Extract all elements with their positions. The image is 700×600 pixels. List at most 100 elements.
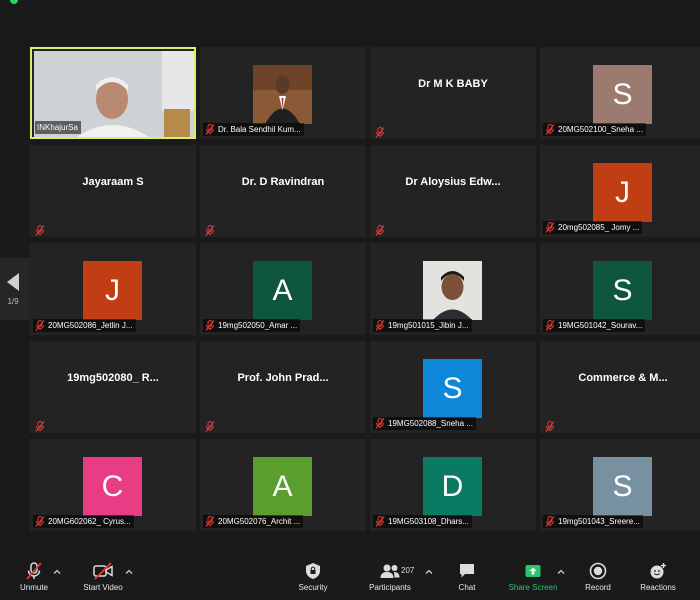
participant-tile[interactable]: S 19MG501042_Sourav... <box>540 243 700 335</box>
participant-name: Jayaraam S <box>82 176 144 188</box>
participant-avatar: S <box>423 359 482 418</box>
microphone-muted-icon <box>205 516 215 527</box>
participant-tile[interactable]: C 20MG602062_ Cyrus... <box>30 439 196 531</box>
security-label: Security <box>298 583 328 592</box>
participant-tile[interactable]: INKhajurSa <box>30 47 196 139</box>
microphone-muted-icon <box>545 222 555 233</box>
record-button[interactable]: Record <box>580 562 616 600</box>
microphone-muted-icon <box>205 124 215 135</box>
microphone-muted-icon <box>375 223 385 236</box>
participant-name-label: INKhajurSa <box>35 121 81 134</box>
participant-name-label: 19mg501015_Jibin J... <box>373 319 472 332</box>
microphone-muted-icon <box>375 418 385 429</box>
microphone-muted-icon <box>375 125 385 138</box>
encryption-status-icon[interactable] <box>10 0 18 4</box>
reactions-label: Reactions <box>640 583 676 592</box>
participant-tile[interactable]: S 19MG502088_Sneha ... <box>370 341 536 433</box>
participant-tile[interactable]: J 20mg502085_ Jomy ... <box>540 145 700 237</box>
participant-avatar: S <box>593 65 652 124</box>
participant-tile[interactable]: D 19MG503108_Dhars... <box>370 439 536 531</box>
microphone-muted-icon <box>545 419 555 432</box>
participant-tile[interactable]: Jayaraam S <box>30 145 196 237</box>
profile-photo <box>423 261 482 320</box>
microphone-muted-icon <box>545 124 555 135</box>
participant-tile[interactable]: A 19mg502050_Amar ... <box>200 243 366 335</box>
share-screen-icon <box>525 565 541 577</box>
microphone-muted-icon <box>35 419 45 432</box>
participant-tile[interactable]: 19mg501015_Jibin J... <box>370 243 536 335</box>
share-screen-button[interactable]: Share Screen <box>505 562 561 600</box>
unmute-button[interactable]: Unmute <box>14 562 54 600</box>
record-icon <box>589 562 607 580</box>
reactions-button[interactable]: Reactions <box>636 562 680 600</box>
participant-tile[interactable]: Dr. D Ravindran <box>200 145 366 237</box>
participant-name: Dr M K BABY <box>418 78 488 90</box>
participant-tile[interactable]: Prof. John Prad... <box>200 341 366 433</box>
start-video-label: Start Video <box>83 583 123 592</box>
participant-name: 19MG502088_Sneha ... <box>388 419 473 428</box>
participants-options-caret-icon[interactable] <box>425 568 433 576</box>
gallery-grid: INKhajurSa Dr. Bala Sendhil Kum... Dr M K … <box>30 47 700 532</box>
participant-name-label: 19mg501043_Sreere... <box>543 515 643 528</box>
participant-name: Dr. D Ravindran <box>241 176 325 188</box>
start-video-button[interactable]: Start Video <box>78 562 128 600</box>
microphone-muted-icon <box>205 320 215 331</box>
video-camera-off-icon <box>93 562 113 580</box>
participant-tile[interactable]: S 20MG502100_Sneha ... <box>540 47 700 139</box>
microphone-muted-icon <box>205 419 215 432</box>
unmute-label: Unmute <box>19 583 48 592</box>
participant-avatar: A <box>253 457 312 516</box>
participant-avatar: C <box>83 457 142 516</box>
chat-bubble-icon <box>460 564 474 578</box>
participant-name-label: 19MG502088_Sneha ... <box>373 417 476 430</box>
participant-name: 19MG503108_Dhars... <box>388 517 469 526</box>
participant-name-label: 19MG501042_Sourav... <box>543 319 646 332</box>
participant-avatar: J <box>83 261 142 320</box>
participant-name: 20MG602062_ Cyrus... <box>48 517 131 526</box>
security-button[interactable]: Security <box>293 562 333 600</box>
microphone-muted-icon <box>35 516 45 527</box>
participant-name: 20mg502085_ Jomy ... <box>558 223 640 232</box>
participant-name: INKhajurSa <box>37 123 78 132</box>
participant-name: Dr. Bala Sendhil Kum... <box>218 125 301 134</box>
profile-photo <box>253 65 312 124</box>
participant-name-label: 20MG602062_ Cyrus... <box>33 515 134 528</box>
participant-name-label: 19MG503108_Dhars... <box>373 515 472 528</box>
smiley-plus-icon <box>650 563 666 579</box>
participant-tile[interactable]: S 19mg501043_Sreere... <box>540 439 700 531</box>
top-bar <box>0 0 700 40</box>
microphone-muted-icon <box>375 516 385 527</box>
participant-avatar: S <box>593 457 652 516</box>
participant-tile[interactable]: Dr M K BABY <box>370 47 536 139</box>
chat-button[interactable]: Chat <box>452 562 482 600</box>
participant-name: 19mg501043_Sreere... <box>558 517 640 526</box>
participant-name: 20MG502086_Jetlin J... <box>48 321 133 330</box>
participant-tile[interactable]: Commerce & M... <box>540 341 700 433</box>
microphone-muted-icon <box>545 320 555 331</box>
participant-avatar: S <box>593 261 652 320</box>
video-options-caret-icon[interactable] <box>125 568 133 576</box>
record-label: Record <box>585 583 611 592</box>
microphone-muted-icon <box>545 516 555 527</box>
participant-tile[interactable]: Dr. Bala Sendhil Kum... <box>200 47 366 139</box>
participant-tile[interactable]: Dr Aloysius Edw... <box>370 145 536 237</box>
participant-name: 20MG502100_Sneha ... <box>558 125 643 134</box>
participant-avatar: D <box>423 457 482 516</box>
participant-avatar: J <box>593 163 652 222</box>
participant-tile[interactable]: J 20MG502086_Jetlin J... <box>30 243 196 335</box>
participant-name: 19mg501015_Jibin J... <box>388 321 469 330</box>
audio-options-caret-icon[interactable] <box>53 568 61 576</box>
participant-name-label: 20MG502076_Archit ... <box>203 515 304 528</box>
participant-name: Dr Aloysius Edw... <box>405 176 501 188</box>
microphone-muted-icon <box>35 223 45 236</box>
meeting-toolbar: Unmute Start Video Security Participants… <box>0 560 700 600</box>
participant-name-label: 20MG502100_Sneha ... <box>543 123 646 136</box>
share-options-caret-icon[interactable] <box>557 568 565 576</box>
microphone-muted-icon <box>205 223 215 236</box>
microphone-muted-icon <box>26 562 42 580</box>
microphone-muted-icon <box>35 320 45 331</box>
participant-name: 19MG501042_Sourav... <box>558 321 643 330</box>
participant-tile[interactable]: A 20MG502076_Archit ... <box>200 439 366 531</box>
participant-tile[interactable]: 19mg502080_ R... <box>30 341 196 433</box>
participant-name-label: Dr. Bala Sendhil Kum... <box>203 123 304 136</box>
